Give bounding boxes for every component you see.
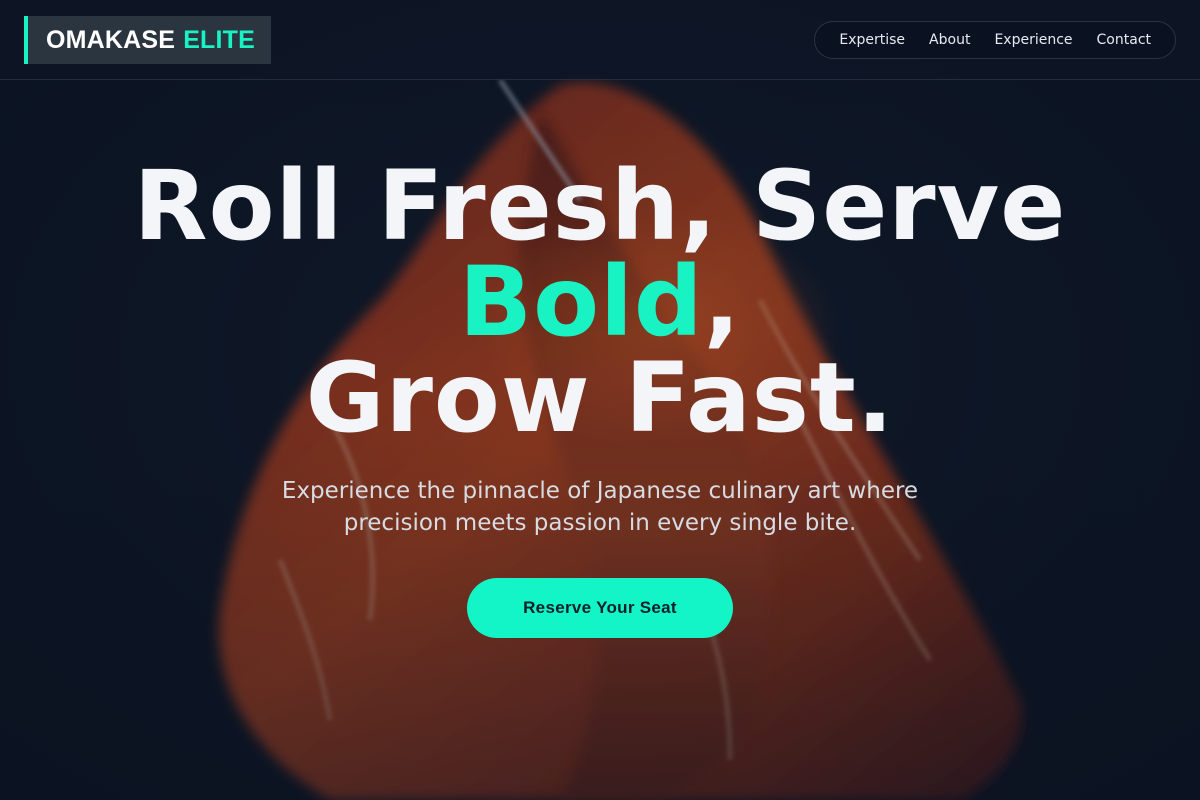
brand-logo[interactable]: OMAKASE ELITE xyxy=(24,16,272,64)
hero-subtext: Experience the pinnacle of Japanese culi… xyxy=(0,475,1200,539)
hero-headline: Roll Fresh, Serve Bold, Grow Fast. xyxy=(0,158,1200,446)
brand-name-accent: ELITE xyxy=(183,25,256,54)
page: OMAKASE ELITE Expertise About Experience… xyxy=(0,0,1200,800)
headline-line-2: Bold, xyxy=(0,254,1200,350)
headline-line-1: Roll Fresh, Serve xyxy=(133,150,1067,262)
main-nav: Expertise About Experience Contact xyxy=(814,21,1176,59)
brand-name-primary: OMAKASE xyxy=(46,25,176,54)
nav-item-about[interactable]: About xyxy=(917,21,982,59)
subtext-line-2: precision meets passion in every single … xyxy=(343,510,857,536)
reserve-seat-button[interactable]: Reserve Your Seat xyxy=(467,578,733,638)
nav-item-experience[interactable]: Experience xyxy=(982,21,1084,59)
nav-item-contact[interactable]: Contact xyxy=(1085,21,1163,59)
nav-item-expertise[interactable]: Expertise xyxy=(827,21,917,59)
subtext-line-1: Experience the pinnacle of Japanese culi… xyxy=(281,478,919,504)
site-header: OMAKASE ELITE Expertise About Experience… xyxy=(0,0,1200,80)
headline-line-3: Grow Fast. xyxy=(305,342,895,454)
